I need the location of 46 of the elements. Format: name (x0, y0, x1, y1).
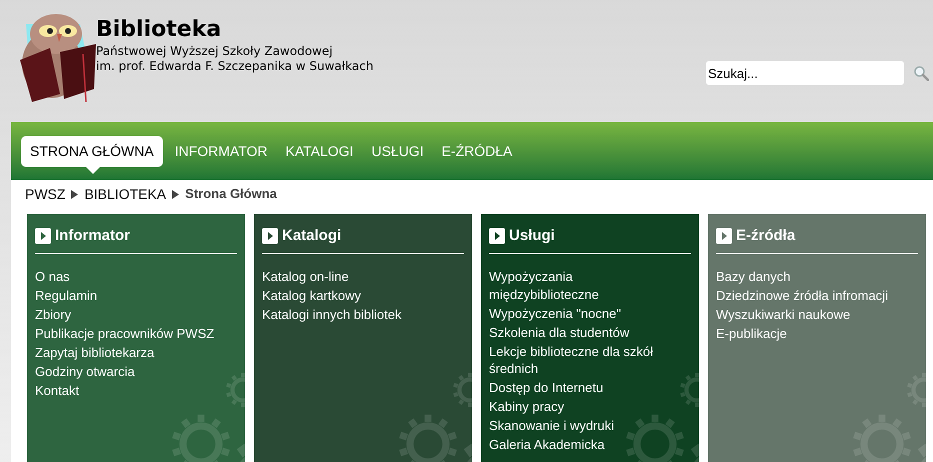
panel-link[interactable]: E-publikacje (716, 325, 918, 342)
nav-tab[interactable]: INFORMATOR (166, 136, 276, 166)
nav-tab[interactable]: STRONA GŁÓWNA (21, 136, 163, 166)
panel-link[interactable]: Kabiny pracy (489, 398, 691, 416)
tab-pointer-icon (86, 166, 100, 174)
panel-title: Informator (55, 227, 130, 245)
panel-link[interactable]: Katalog kartkowy (262, 287, 464, 304)
breadcrumb-link[interactable]: PWSZ (25, 184, 66, 204)
breadcrumb-current: Strona Główna (185, 185, 277, 204)
site-title: Biblioteka (96, 16, 222, 44)
panel-link[interactable]: Lekcje biblioteczne dla szkół średnich (489, 342, 691, 378)
panel-link[interactable]: Regulamin (35, 287, 237, 304)
search-icon[interactable] (913, 65, 929, 81)
search-field[interactable]: Szukaj... (705, 60, 905, 86)
panel-link[interactable]: Zbiory (35, 306, 237, 324)
triangle-separator-icon (172, 190, 180, 198)
panel-link[interactable]: Wypożyczania międzybiblioteczne (489, 268, 691, 303)
nav-tab[interactable]: USŁUGI (363, 136, 432, 166)
triangle-separator-icon (71, 190, 78, 198)
panel-link[interactable]: O nas (35, 268, 237, 286)
play-square-icon (489, 228, 505, 244)
breadcrumb-link[interactable]: BIBLIOTEKA (84, 184, 166, 204)
play-square-icon (262, 228, 278, 244)
panel-title: Katalogi (282, 227, 342, 245)
panel-link[interactable]: Zapytaj bibliotekarza (35, 344, 237, 362)
panel-link[interactable]: Wyszukiwarki naukowe (716, 306, 918, 324)
panel-link[interactable]: Wypożyczenia "nocne" (489, 304, 691, 322)
panel-link[interactable]: Kontakt (35, 382, 237, 400)
site-subtitle: Państwowej Wyższej Szkoły Zawodowej (96, 44, 334, 59)
panel-title: E-źródła (736, 227, 796, 245)
play-square-icon (35, 228, 51, 244)
panel-link[interactable]: Katalogi innych bibliotek (262, 306, 464, 324)
panel-link[interactable]: Publikacje pracowników PWSZ (35, 325, 237, 342)
panel-link[interactable]: Katalog on-line (262, 268, 464, 286)
panel-link[interactable]: Szkolenia dla studentów (489, 324, 691, 341)
nav-tab[interactable]: KATALOGI (278, 136, 362, 166)
panel-title: Usługi (509, 227, 555, 245)
panel-link[interactable]: Bazy danych (716, 268, 918, 286)
site-subtitle: im. prof. Edwarda F. Szczepanika w Suwałkach (96, 59, 374, 74)
panel-link[interactable]: Skanowanie i wydruki (489, 417, 691, 434)
panel-link[interactable]: Dziedzinowe źródła infromacji (716, 287, 918, 304)
nav-tab[interactable]: E-ŹRÓDŁA (434, 136, 520, 166)
panel-link[interactable]: Godziny otwarcia (35, 363, 237, 380)
panel-link[interactable]: Dostęp do Internetu (489, 379, 691, 396)
play-square-icon (716, 228, 732, 244)
panel-link[interactable]: Galeria Akademicka (489, 436, 691, 454)
